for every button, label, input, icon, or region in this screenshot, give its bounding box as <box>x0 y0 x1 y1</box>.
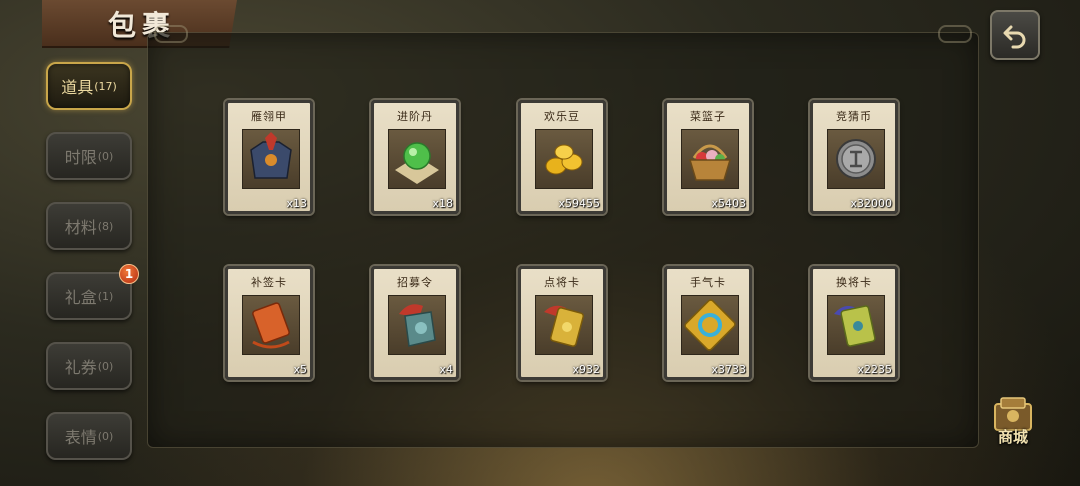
gold-beans-icon <box>535 129 593 189</box>
tab-emotes[interactable]: 表情 (0) <box>46 412 132 460</box>
tab-count: (8) <box>97 219 114 233</box>
item-name: 菜篮子 <box>690 110 726 123</box>
basket-icon <box>681 129 739 189</box>
item-card[interactable]: 手气卡 x3733 <box>664 266 752 380</box>
tab-items[interactable]: 道具 (17) <box>46 62 132 110</box>
item-count: x18 <box>432 197 453 210</box>
coin-icon <box>827 129 885 189</box>
general-card-icon <box>535 295 593 355</box>
item-count: x932 <box>572 363 600 376</box>
item-count: x13 <box>286 197 307 210</box>
item-card[interactable]: 招募令 x4 <box>371 266 459 380</box>
panel-corner-ornament <box>154 25 188 43</box>
inventory-panel <box>147 25 979 448</box>
item-card[interactable]: 竞猜币 x32000 <box>810 100 898 214</box>
tab-count: (0) <box>97 429 114 443</box>
item-count: x32000 <box>850 197 892 210</box>
luck-card-icon <box>681 295 739 355</box>
tab-label: 礼盒 <box>64 288 97 307</box>
item-name: 换将卡 <box>836 276 872 289</box>
item-card[interactable]: 进阶丹 x18 <box>371 100 459 214</box>
item-card[interactable]: 点将卡 x932 <box>518 266 606 380</box>
back-button[interactable] <box>990 10 1040 60</box>
item-name: 点将卡 <box>544 276 580 289</box>
shop-label: 商城 <box>997 428 1028 446</box>
item-count: x3733 <box>711 363 746 376</box>
item-count: x59455 <box>558 197 600 210</box>
armor-icon <box>242 129 300 189</box>
item-name: 欢乐豆 <box>544 110 580 123</box>
notification-badge: 1 <box>119 264 139 284</box>
item-name: 招募令 <box>397 276 433 289</box>
back-arrow-icon <box>1003 25 1026 49</box>
shop-button[interactable]: 商城 <box>985 396 1041 452</box>
item-name: 竞猜币 <box>836 110 872 123</box>
item-count: x4 <box>439 363 453 376</box>
item-card[interactable]: 菜篮子 x5403 <box>664 100 752 214</box>
item-name: 手气卡 <box>690 276 726 289</box>
tab-count: (17) <box>94 79 117 93</box>
item-name: 雁翎甲 <box>251 110 287 123</box>
tab-timed[interactable]: 时限 (0) <box>46 132 132 180</box>
panel-corner-ornament <box>938 25 972 43</box>
tab-count: (0) <box>97 359 114 373</box>
item-card[interactable]: 雁翎甲 x13 <box>225 100 313 214</box>
tab-materials[interactable]: 材料 (8) <box>46 202 132 250</box>
pill-icon <box>388 129 446 189</box>
tab-label: 材料 <box>64 218 97 237</box>
recruit-token-icon <box>388 295 446 355</box>
item-card[interactable]: 换将卡 x2235 <box>810 266 898 380</box>
tab-label: 时限 <box>64 148 97 167</box>
tab-coupons[interactable]: 礼券 (0) <box>46 342 132 390</box>
item-count: x5403 <box>711 197 746 210</box>
tab-gift-boxes[interactable]: 礼盒 (1) <box>46 272 132 320</box>
tab-label: 表情 <box>64 428 97 447</box>
tab-label: 礼券 <box>64 358 97 377</box>
item-card[interactable]: 欢乐豆 x59455 <box>518 100 606 214</box>
tab-count: (1) <box>97 289 114 303</box>
item-name: 补签卡 <box>251 276 287 289</box>
item-count: x5 <box>293 363 307 376</box>
tab-count: (0) <box>97 149 114 163</box>
swap-general-card-icon <box>827 295 885 355</box>
item-name: 进阶丹 <box>397 110 433 123</box>
item-count: x2235 <box>857 363 892 376</box>
item-card[interactable]: 补签卡 x5 <box>225 266 313 380</box>
tab-label: 道具 <box>61 78 94 97</box>
sign-card-icon <box>242 295 300 355</box>
